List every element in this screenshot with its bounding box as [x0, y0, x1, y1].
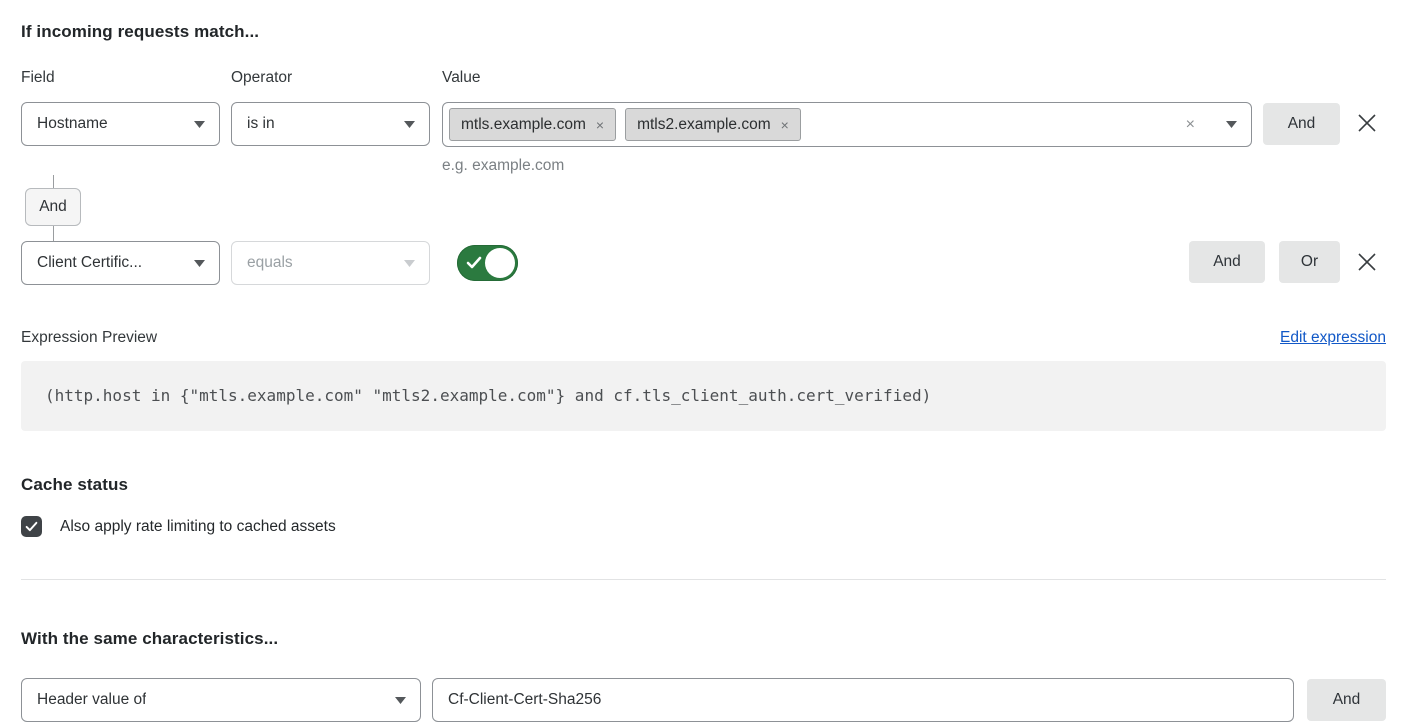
value-tag: mtls.example.com × [449, 108, 616, 141]
remove-condition-button[interactable] [1348, 241, 1386, 283]
cache-checkbox-row: Also apply rate limiting to cached asset… [21, 516, 1386, 537]
operator-select-value: is in [247, 115, 275, 133]
characteristic-select-value: Header value of [37, 691, 146, 709]
characteristic-select[interactable]: Header value of [21, 678, 421, 722]
connector-line [53, 226, 54, 241]
add-and-condition-button[interactable]: And [1189, 241, 1265, 283]
rule-builder-page: If incoming requests match... Field Oper… [0, 0, 1420, 722]
chevron-down-icon [1226, 121, 1237, 128]
chevron-down-icon [404, 121, 415, 128]
condition-row-1: Hostname is in mtls.example.com × mtls2.… [21, 102, 1386, 175]
close-icon [1357, 252, 1377, 272]
chevron-down-icon [404, 260, 415, 267]
condition-connector: And [21, 175, 141, 241]
value-tag-text: mtls2.example.com [637, 116, 771, 134]
operator-select-value: equals [247, 254, 293, 272]
value-column-label: Value [442, 69, 1386, 87]
expression-preview-header: Expression Preview Edit expression [21, 329, 1386, 347]
connector-line [53, 175, 54, 188]
value-dropdown-chevron[interactable] [1216, 121, 1237, 128]
tag-remove-icon[interactable]: × [781, 118, 789, 132]
chevron-down-icon [194, 121, 205, 128]
check-icon [466, 256, 482, 269]
column-labels: Field Operator Value [21, 69, 1386, 87]
value-tag-text: mtls.example.com [461, 116, 586, 134]
close-icon [1357, 113, 1377, 133]
value-multiselect-input[interactable]: mtls.example.com × mtls2.example.com × × [442, 102, 1252, 147]
chevron-down-icon [395, 697, 406, 704]
operator-column-label: Operator [231, 69, 442, 87]
value-tag: mtls2.example.com × [625, 108, 801, 141]
operator-select[interactable]: is in [231, 102, 430, 146]
operator-select-disabled: equals [231, 241, 430, 285]
check-icon [25, 521, 38, 532]
cache-checkbox-label: Also apply rate limiting to cached asset… [60, 518, 336, 536]
section-divider [21, 579, 1386, 580]
expression-preview-label: Expression Preview [21, 329, 157, 347]
add-characteristic-button[interactable]: And [1307, 679, 1386, 721]
field-select[interactable]: Client Certific... [21, 241, 220, 285]
boolean-value-toggle[interactable] [457, 245, 518, 281]
characteristics-title: With the same characteristics... [21, 629, 1386, 649]
field-select-value: Hostname [37, 115, 108, 133]
header-name-input[interactable] [432, 678, 1294, 722]
add-and-condition-button[interactable]: And [1263, 103, 1340, 145]
condition-row-2: Client Certific... equals And Or [21, 241, 1386, 285]
field-select-value: Client Certific... [37, 254, 142, 272]
toggle-knob [485, 248, 515, 278]
add-or-condition-button[interactable]: Or [1279, 241, 1340, 283]
clear-all-icon[interactable]: × [1186, 117, 1195, 133]
edit-expression-link[interactable]: Edit expression [1280, 329, 1386, 347]
field-column-label: Field [21, 69, 231, 87]
chevron-down-icon [194, 260, 205, 267]
tag-remove-icon[interactable]: × [596, 118, 604, 132]
row-2-actions: And Or [1189, 241, 1386, 283]
match-section-title: If incoming requests match... [21, 22, 1386, 42]
cached-assets-checkbox[interactable] [21, 516, 42, 537]
value-column: mtls.example.com × mtls2.example.com × ×… [442, 102, 1252, 175]
expression-code: (http.host in {"mtls.example.com" "mtls2… [21, 361, 1386, 431]
remove-condition-button[interactable] [1348, 102, 1386, 144]
characteristics-row: Header value of And [21, 678, 1386, 722]
value-helper-text: e.g. example.com [442, 157, 1252, 175]
connector-and-toggle[interactable]: And [25, 188, 81, 226]
cache-status-title: Cache status [21, 475, 1386, 495]
field-select[interactable]: Hostname [21, 102, 220, 146]
